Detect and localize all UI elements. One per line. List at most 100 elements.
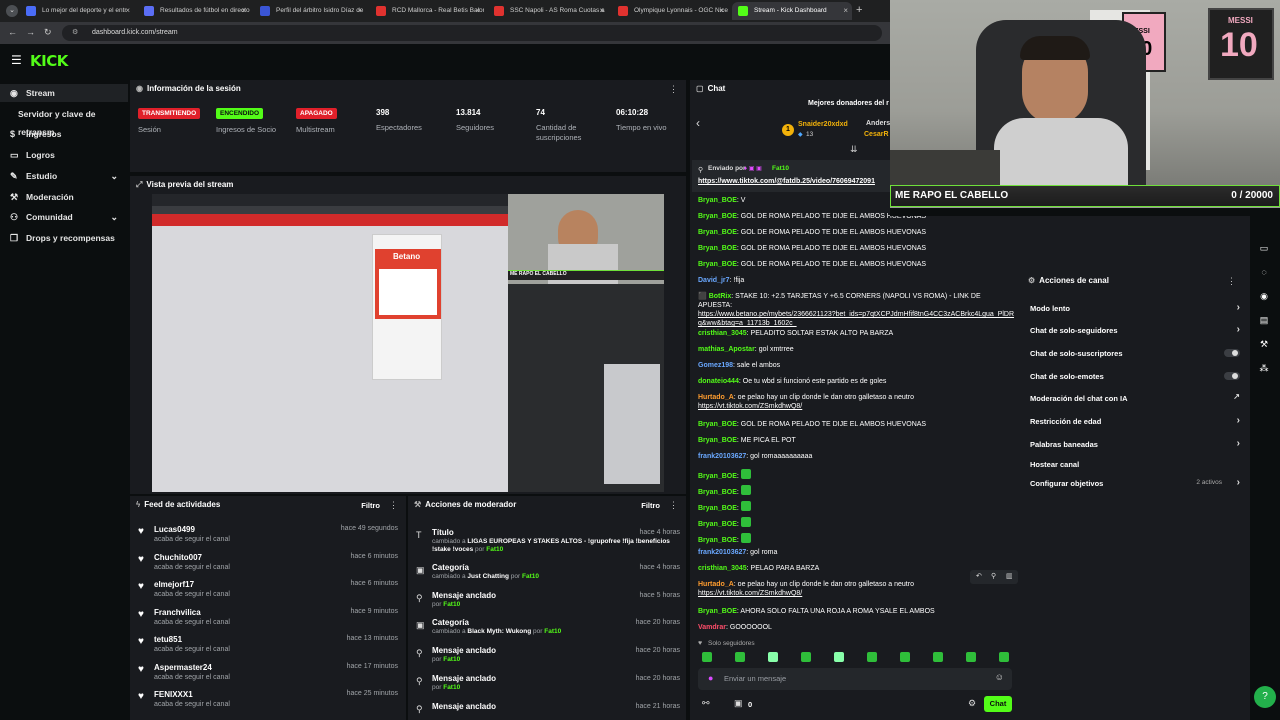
close-tab-icon[interactable]: ×	[599, 2, 604, 20]
chat-username[interactable]: Bryan_BOE	[698, 437, 737, 444]
emote-icon[interactable]	[900, 652, 910, 662]
sidebar-item[interactable]: ⚇ Comunidad ⌄	[0, 208, 128, 226]
chat-message[interactable]: Gomez198: sale el ambos	[698, 361, 1016, 370]
emoji-icon[interactable]: ☺	[995, 672, 1004, 682]
top-donor-2[interactable]: Anders	[866, 120, 890, 127]
chat-message[interactable]: Bryan_BOE: GOL DE ROMA PELADO TE DIJE EL…	[698, 244, 1016, 253]
chat-message[interactable]: Bryan_BOE: AHORA SOLO FALTA UNA ROJA A R…	[698, 607, 1016, 616]
sidebar-item[interactable]: ❒ Drops y recompensas	[0, 229, 128, 247]
broadcast-icon[interactable]: ◉	[1256, 288, 1272, 304]
chat-username[interactable]: Hurtado_A	[698, 394, 734, 401]
bubble-icon[interactable]: ◌	[1256, 264, 1272, 280]
sidebar-item[interactable]: ✎ Estudio ⌄	[0, 167, 128, 185]
chat-message[interactable]: Bryan_BOE:	[698, 500, 1016, 513]
channel-action-item[interactable]: Chat de solo-seguidores ›	[1030, 324, 1244, 338]
chat-message[interactable]: Bryan_BOE: GOL DE ROMA PELADO TE DIJE EL…	[698, 420, 1016, 429]
browser-tab[interactable]: RCD Mallorca - Real Betis Balom ×	[370, 2, 484, 20]
chat-username[interactable]: cristhian_3045	[698, 565, 747, 572]
reply-icon[interactable]: ↶	[976, 572, 982, 580]
chat-username[interactable]: mathias_Apostar	[698, 346, 755, 353]
toggle-switch[interactable]	[1224, 372, 1240, 380]
chat-message[interactable]: Bryan_BOE:	[698, 516, 1016, 529]
channel-action-item[interactable]: Configurar objetivos 2 activos ›	[1030, 477, 1244, 491]
channel-action-item[interactable]: Modo lento ›	[1030, 302, 1244, 316]
chat-message[interactable]: Hurtado_A: oe pelao hay un clip donde le…	[698, 393, 1016, 411]
chat-link[interactable]: https://vt.tiktok.com/ZSmkdhwQ8/	[698, 590, 802, 597]
chat-input[interactable]: ● Enviar un mensaje ☺	[698, 668, 1012, 690]
chat-message[interactable]: Bryan_BOE: ME PICA EL POT	[698, 436, 1016, 445]
toggle-switch[interactable]	[1224, 349, 1240, 357]
hamburger-menu-icon[interactable]: ☰	[11, 53, 22, 67]
close-tab-icon[interactable]: ×	[843, 2, 848, 20]
mic-icon[interactable]: ●	[708, 673, 713, 683]
back-icon[interactable]: ←	[8, 27, 17, 37]
chat-username[interactable]: Bryan_BOE	[698, 213, 737, 220]
pinned-link[interactable]: https://www.tiktok.com/@fatdb.25/video/7…	[698, 178, 875, 185]
chat-username[interactable]: frank20103627	[698, 453, 746, 460]
browser-tab[interactable]: Lo mejor del deporte y el entr ×	[20, 2, 134, 20]
chat-username[interactable]: Bryan_BOE	[698, 537, 737, 544]
activity-username[interactable]: Lucas0499	[154, 525, 195, 534]
chat-username[interactable]: cristhian_3045	[698, 330, 747, 337]
reload-icon[interactable]: ↻	[44, 27, 52, 38]
forward-icon[interactable]: →	[26, 27, 35, 37]
moderator-detail-user[interactable]: Fat10	[522, 573, 539, 580]
chat-message[interactable]: Bryan_BOE: GOL DE ROMA PELADO TE DIJE EL…	[698, 228, 1016, 237]
more-options-icon[interactable]: ⋮	[669, 500, 678, 511]
chat-message[interactable]: frank20103627: gol romaaaaaaaaaa	[698, 452, 1016, 461]
chat-username[interactable]: Bryan_BOE	[698, 261, 737, 268]
chat-username[interactable]: Vamdrar	[698, 624, 726, 631]
sidebar-item[interactable]: $ Ingresos	[0, 125, 128, 143]
site-info-icon[interactable]: ⚙	[72, 25, 78, 41]
sidebar-item[interactable]: ▭ Logros	[0, 146, 128, 164]
sidebar-item[interactable]: Servidor y clave de retransm	[0, 105, 128, 137]
moderator-detail-user[interactable]: Fat10	[443, 601, 460, 608]
chat-username[interactable]: Bryan_BOE	[698, 197, 737, 204]
chat-message[interactable]: Bryan_BOE:	[698, 532, 1016, 545]
emote-icon[interactable]	[867, 652, 877, 662]
close-tab-icon[interactable]: ×	[357, 2, 362, 20]
chat-username[interactable]: frank20103627	[698, 549, 746, 556]
emote-icon[interactable]	[933, 652, 943, 662]
sidebar-item[interactable]: ⚒ Moderación	[0, 188, 128, 206]
activity-filter-button[interactable]: Filtro	[361, 501, 380, 510]
chat-link[interactable]: https://vt.tiktok.com/ZSmkdhwQ8/	[698, 403, 802, 410]
close-tab-icon[interactable]: ×	[241, 2, 246, 20]
activity-username[interactable]: elmejorf17	[154, 580, 194, 589]
activity-username[interactable]: tetu851	[154, 635, 182, 644]
emote-icon[interactable]	[834, 652, 844, 662]
moderator-detail-user[interactable]: Fat10	[544, 628, 561, 635]
chat-message[interactable]: Bryan_BOE: GOL DE ROMA PELADO TE DIJE EL…	[698, 260, 1016, 269]
browser-tab[interactable]: Resultados de fútbol en directo ×	[138, 2, 250, 20]
chrome-menu-icon[interactable]: ⌄	[6, 5, 18, 17]
nodes-icon[interactable]: ⁂	[1256, 360, 1272, 376]
chat-message[interactable]: Hurtado_A: oe pelao hay un clip donde le…	[698, 580, 1016, 598]
stream-preview-video[interactable]: Betano ME RAPO EL CABELLO	[152, 194, 664, 492]
emote-icon[interactable]	[768, 652, 778, 662]
sidebar-item[interactable]: ◉ Stream	[0, 84, 128, 102]
chat-icon[interactable]: ▭	[1256, 240, 1272, 256]
chat-message[interactable]: mathias_Apostar: gol xmtrree	[698, 345, 1016, 354]
browser-tab[interactable]: SSC Napoli - AS Roma Cuotas a ×	[488, 2, 608, 20]
channel-action-item[interactable]: Moderación del chat con IA ↗	[1030, 392, 1244, 406]
channel-action-item[interactable]: Restricción de edad ›	[1030, 415, 1244, 429]
chat-username[interactable]: Bryan_BOE	[698, 229, 737, 236]
help-icon[interactable]: ?	[1254, 686, 1276, 708]
channel-action-item[interactable]: Chat de solo-emotes	[1030, 372, 1244, 384]
kick-logo[interactable]: KICK	[30, 52, 68, 70]
channel-action-item[interactable]: Palabras baneadas ›	[1030, 438, 1244, 452]
chat-username[interactable]: Bryan_BOE	[698, 473, 737, 480]
moderator-filter-button[interactable]: Filtro	[641, 501, 660, 510]
chat-username[interactable]: donateio444	[698, 378, 739, 385]
chat-username[interactable]: Bryan_BOE	[698, 521, 737, 528]
activity-username[interactable]: Chuchito007	[154, 553, 202, 562]
url-field[interactable]: ⚙ dashboard.kick.com/stream	[62, 25, 882, 41]
chat-username[interactable]: Bryan_BOE	[698, 421, 737, 428]
settings-icon[interactable]: ⚙	[968, 698, 976, 709]
document-icon[interactable]: ▤	[1256, 312, 1272, 328]
chevron-left-icon[interactable]: ‹	[696, 116, 700, 130]
activity-username[interactable]: Franchvilica	[154, 608, 201, 617]
chat-message[interactable]: cristhian_3045: PELADITO SOLTAR ESTAK AL…	[698, 329, 1016, 338]
chat-username[interactable]: David_jr7	[698, 277, 730, 284]
close-tab-icon[interactable]: ×	[475, 2, 480, 20]
